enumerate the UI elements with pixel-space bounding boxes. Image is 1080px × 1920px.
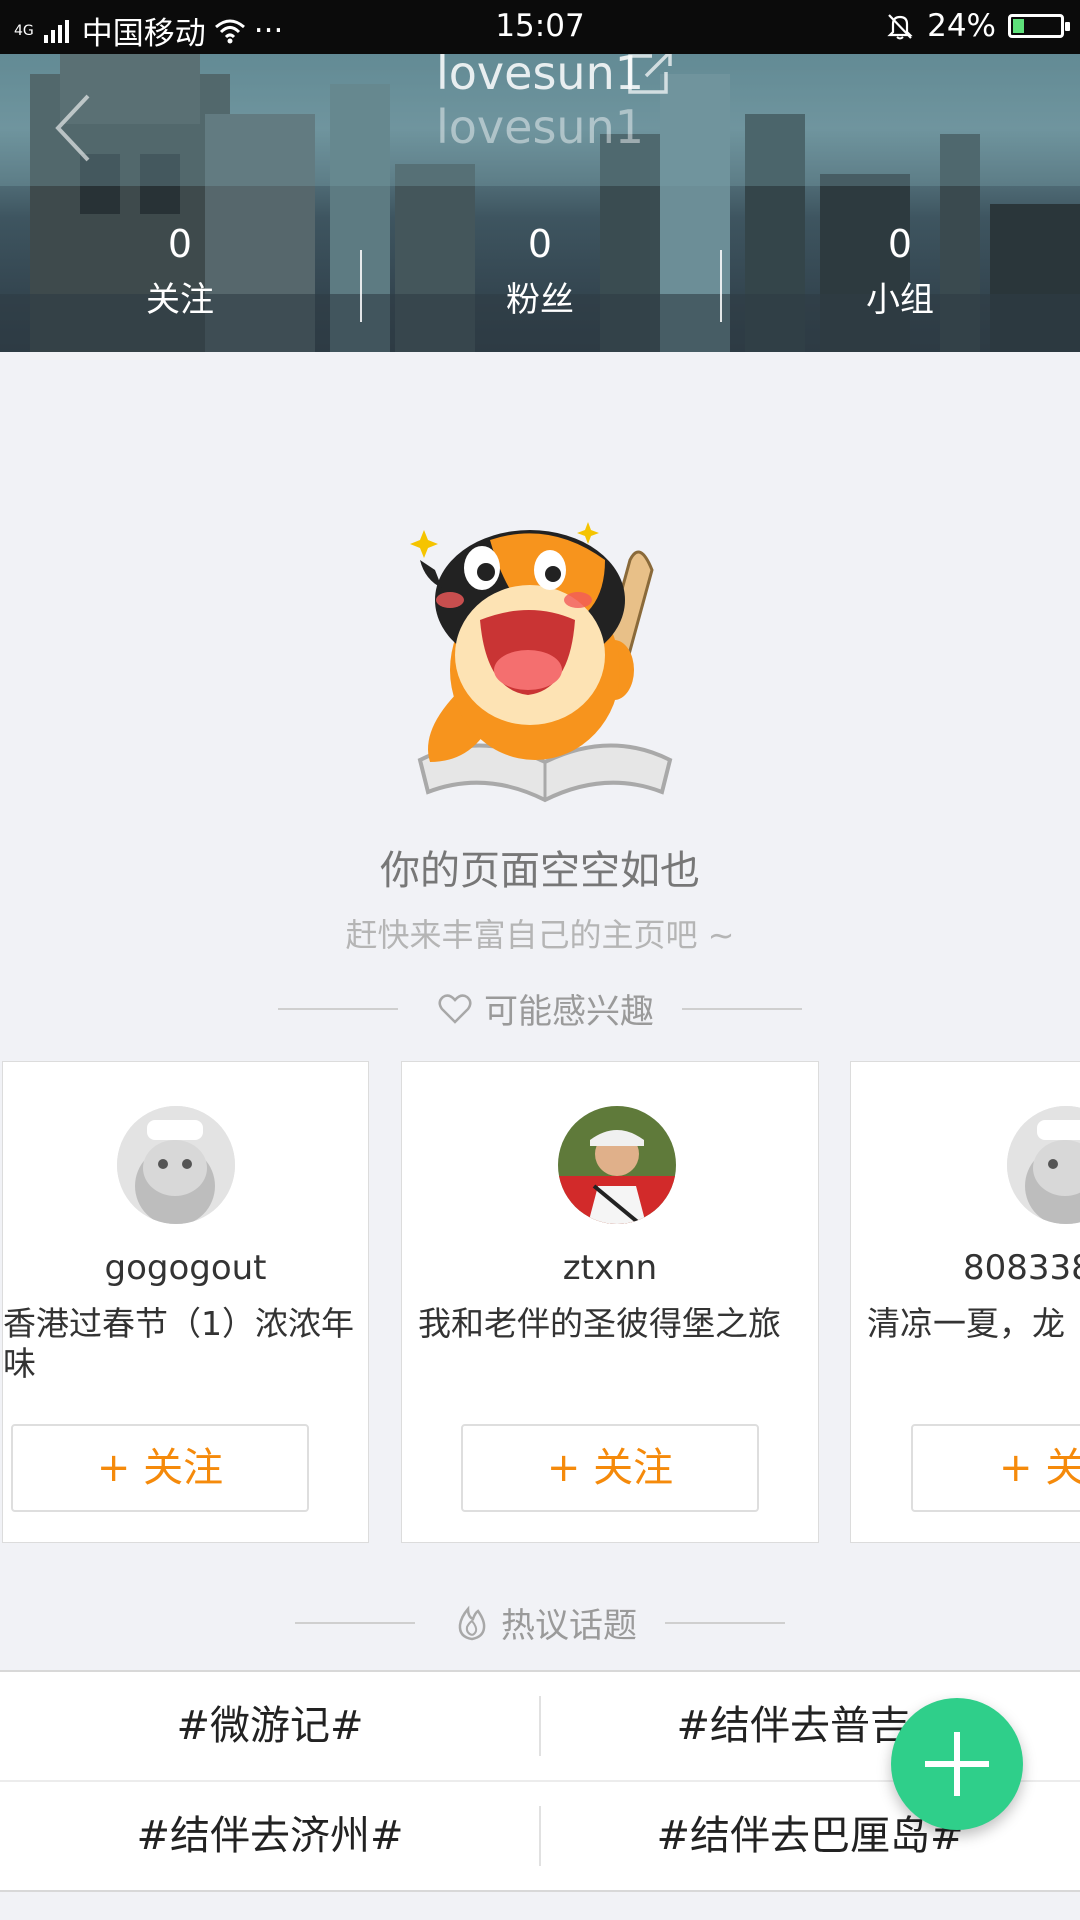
follow-button[interactable]: + 关注 <box>461 1424 759 1512</box>
username-title: lovesun1 <box>436 54 644 100</box>
create-post-button[interactable] <box>891 1698 1023 1830</box>
divider-line <box>295 1621 415 1624</box>
avatar-default-cow[interactable] <box>1007 1106 1080 1224</box>
status-bar: 4G 中国移动 ··· 15:07 24% <box>0 0 1080 54</box>
plus-icon <box>925 1732 989 1796</box>
divider-line <box>278 1007 398 1010</box>
hot-topics-title: 热议话题 <box>501 1606 637 1646</box>
divider-line <box>682 1007 802 1010</box>
follow-button[interactable]: + 关注 <box>11 1424 309 1512</box>
card-post-title[interactable]: 我和老伴的圣彼得堡之旅 <box>418 1304 818 1344</box>
battery-icon <box>1008 14 1070 38</box>
share-icon[interactable] <box>622 54 676 98</box>
user-card[interactable]: ztxnn 我和老伴的圣彼得堡之旅 + 关注 <box>401 1061 819 1543</box>
cow-mascot-reading-illustration <box>410 522 673 803</box>
heart-icon <box>438 993 472 1024</box>
cow-avatar-icon <box>1007 1106 1080 1224</box>
following-label: 关注 <box>146 280 214 320</box>
avatar-default-cow[interactable] <box>117 1106 235 1224</box>
stat-groups[interactable]: 0 小组 <box>720 212 1080 352</box>
card-post-title[interactable]: 香港过春节（1）浓浓年味 <box>3 1304 368 1384</box>
card-username: gogogout <box>104 1248 267 1288</box>
card-username: ztxnn <box>562 1248 658 1288</box>
username-subtitle: lovesun1 <box>436 100 644 154</box>
cow-avatar-icon <box>117 1106 235 1224</box>
bell-muted-icon <box>887 14 913 40</box>
groups-count: 0 <box>887 222 913 266</box>
flame-icon <box>458 1605 486 1640</box>
stat-followers[interactable]: 0 粉丝 <box>360 212 720 352</box>
interests-heading: 可能感兴趣 <box>0 984 1080 1033</box>
topic-item[interactable]: #微游记# <box>0 1672 540 1780</box>
profile-stats: 0 关注 0 粉丝 0 小组 <box>0 212 1080 352</box>
avatar-photo[interactable] <box>558 1106 676 1224</box>
empty-state-subtitle: 赶快来丰富自己的主页吧 ~ <box>345 916 735 954</box>
divider-line <box>665 1621 785 1624</box>
stat-divider <box>720 250 722 322</box>
user-card[interactable]: gogogout 香港过春节（1）浓浓年味 + 关注 <box>2 1061 369 1543</box>
empty-state-title: 你的页面空空如也 <box>380 848 700 894</box>
interests-title: 可能感兴趣 <box>484 992 654 1032</box>
followers-count: 0 <box>527 222 553 266</box>
battery-percent: 24% <box>927 8 996 44</box>
stat-divider <box>360 250 362 322</box>
stat-following[interactable]: 0 关注 <box>0 212 360 352</box>
topic-item[interactable]: #结伴去济州# <box>0 1782 540 1890</box>
profile-header: lovesun1 lovesun1 0 关注 0 粉丝 0 小组 <box>0 54 1080 352</box>
following-count: 0 <box>167 222 193 266</box>
hot-topics-heading: 热议话题 <box>0 1598 1080 1647</box>
status-right: 24% <box>885 8 1070 44</box>
followers-label: 粉丝 <box>506 280 574 320</box>
card-username: 808338 <box>963 1248 1080 1288</box>
card-post-title[interactable]: 清凉一夏，龙 <box>867 1304 1080 1344</box>
follow-button[interactable]: + 关 <box>911 1424 1080 1512</box>
groups-label: 小组 <box>866 280 934 320</box>
user-photo-avatar <box>558 1106 676 1224</box>
user-card[interactable]: 808338 清凉一夏，龙 + 关 <box>850 1061 1080 1543</box>
